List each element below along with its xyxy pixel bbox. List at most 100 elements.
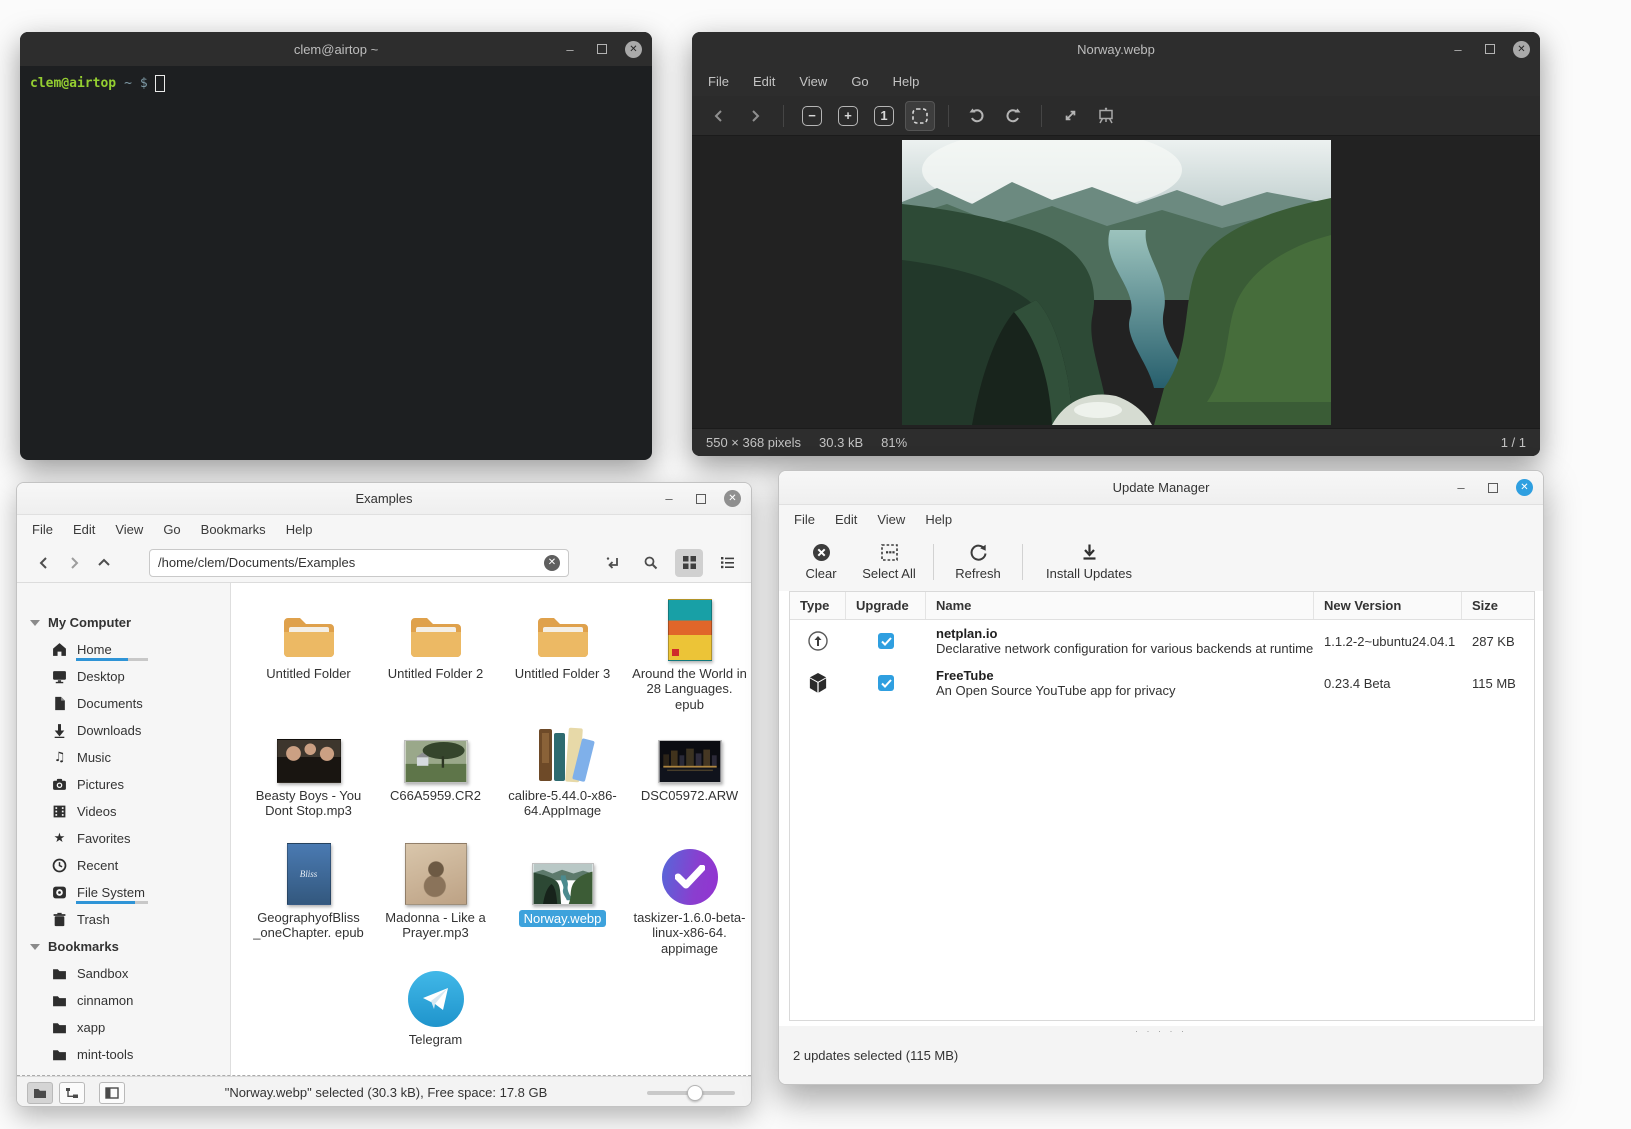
file-item[interactable]: calibre-5.44.0-x86-64.AppImage: [499, 717, 626, 839]
menu-edit[interactable]: Edit: [73, 522, 95, 537]
close-button[interactable]: ✕: [1513, 41, 1530, 58]
sidebar-item-trash[interactable]: Trash: [17, 906, 230, 933]
menu-edit[interactable]: Edit: [753, 74, 775, 89]
terminal-titlebar[interactable]: clem@airtop ~ – ✕: [20, 32, 652, 66]
sidebar-item-pictures[interactable]: Pictures: [17, 771, 230, 798]
menu-go[interactable]: Go: [163, 522, 180, 537]
menu-help[interactable]: Help: [286, 522, 313, 537]
pane-resize-grip[interactable]: · · · · ·: [779, 1026, 1543, 1036]
update-row[interactable]: netplan.io Declarative network configura…: [790, 620, 1534, 662]
file-item[interactable]: Madonna - Like a Prayer.mp3: [372, 839, 499, 961]
close-button[interactable]: ✕: [724, 490, 741, 507]
rotate-left-icon[interactable]: [962, 101, 992, 131]
maximize-button[interactable]: [1484, 479, 1502, 497]
menu-file[interactable]: File: [32, 522, 53, 537]
sidebar-item-favorites[interactable]: ★Favorites: [17, 825, 230, 852]
sidebar-item-home[interactable]: Home: [17, 636, 230, 663]
column-size[interactable]: Size: [1462, 592, 1534, 619]
sidebar-item-recent[interactable]: Recent: [17, 852, 230, 879]
maximize-button[interactable]: [692, 490, 710, 508]
minimize-button[interactable]: –: [561, 40, 579, 58]
column-name[interactable]: Name: [926, 592, 1314, 619]
minimize-button[interactable]: –: [1452, 479, 1470, 497]
sidebar-item-desktop[interactable]: Desktop: [17, 663, 230, 690]
show-places-button[interactable]: [27, 1082, 53, 1104]
menu-file[interactable]: File: [708, 74, 729, 89]
sidebar-section-bookmarks[interactable]: Bookmarks: [17, 933, 230, 960]
upgrade-checkbox[interactable]: [846, 633, 926, 649]
back-button[interactable]: [29, 549, 59, 577]
clear-location-icon[interactable]: ✕: [544, 555, 560, 571]
menu-edit[interactable]: Edit: [835, 512, 857, 527]
slideshow-icon[interactable]: [1091, 101, 1121, 131]
file-item[interactable]: Bliss GeographyofBliss _oneChapter. epub: [245, 839, 372, 961]
rotate-right-icon[interactable]: [998, 101, 1028, 131]
close-button[interactable]: ✕: [1516, 479, 1533, 496]
up-button[interactable]: [89, 549, 119, 577]
file-item[interactable]: taskizer-1.6.0-beta-linux-x86-64. appima…: [626, 839, 751, 961]
terminal-output[interactable]: clem@airtop~$: [20, 66, 652, 101]
file-item[interactable]: C66A5959.CR2: [372, 717, 499, 839]
menu-bookmarks[interactable]: Bookmarks: [201, 522, 266, 537]
viewer-titlebar[interactable]: Norway.webp – ✕: [692, 32, 1540, 66]
file-item[interactable]: Untitled Folder 3: [499, 595, 626, 717]
update-row[interactable]: FreeTube An Open Source YouTube app for …: [790, 662, 1534, 704]
show-treeview-button[interactable]: [59, 1082, 85, 1104]
install-updates-button[interactable]: Install Updates: [1039, 543, 1139, 581]
menu-go[interactable]: Go: [851, 74, 868, 89]
toggle-location-entry-icon[interactable]: [599, 549, 627, 577]
zoom-normal-icon[interactable]: 1: [869, 101, 899, 131]
zoom-out-icon[interactable]: −: [797, 101, 827, 131]
maximize-button[interactable]: [1481, 40, 1499, 58]
menu-file[interactable]: File: [794, 512, 815, 527]
list-view-button[interactable]: [713, 549, 741, 577]
updates-titlebar[interactable]: Update Manager – ✕: [779, 471, 1543, 505]
file-item[interactable]: DSC05972.ARW: [626, 717, 751, 839]
files-titlebar[interactable]: Examples – ✕: [17, 483, 751, 515]
zoom-fit-icon[interactable]: [905, 101, 935, 131]
column-type[interactable]: Type: [790, 592, 846, 619]
sidebar-item-music[interactable]: ♫Music: [17, 744, 230, 771]
column-upgrade[interactable]: Upgrade: [846, 592, 926, 619]
zoom-in-icon[interactable]: +: [833, 101, 863, 131]
sidebar-item-videos[interactable]: Videos: [17, 798, 230, 825]
close-button[interactable]: ✕: [625, 41, 642, 58]
menu-help[interactable]: Help: [893, 74, 920, 89]
hide-sidebar-button[interactable]: [99, 1082, 125, 1104]
select-all-button[interactable]: Select All: [861, 543, 917, 581]
location-bar[interactable]: /home/clem/Documents/Examples ✕: [149, 549, 569, 577]
sidebar-item-mint-tools[interactable]: mint-tools: [17, 1041, 230, 1068]
minimize-button[interactable]: –: [1449, 40, 1467, 58]
sidebar-item-filesystem[interactable]: File System: [17, 879, 230, 906]
sidebar-item-xapp[interactable]: xapp: [17, 1014, 230, 1041]
file-item[interactable]: Beasty Boys - You Dont Stop.mp3: [245, 717, 372, 839]
refresh-button[interactable]: Refresh: [950, 543, 1006, 581]
menu-view[interactable]: View: [799, 74, 827, 89]
upgrade-checkbox[interactable]: [846, 675, 926, 691]
fullscreen-icon[interactable]: [1055, 101, 1085, 131]
menu-view[interactable]: View: [115, 522, 143, 537]
file-item-selected[interactable]: Norway.webp: [499, 839, 626, 961]
search-icon[interactable]: [637, 549, 665, 577]
sidebar-item-cinnamon[interactable]: cinnamon: [17, 987, 230, 1014]
sidebar-section-computer[interactable]: My Computer: [17, 609, 230, 636]
zoom-slider-knob[interactable]: [687, 1085, 703, 1101]
minimize-button[interactable]: –: [660, 490, 678, 508]
file-item[interactable]: Untitled Folder 2: [372, 595, 499, 717]
column-new-version[interactable]: New Version: [1314, 592, 1462, 619]
image-canvas[interactable]: [692, 136, 1540, 428]
forward-button[interactable]: [59, 549, 89, 577]
sidebar-item-sandbox[interactable]: Sandbox: [17, 960, 230, 987]
zoom-slider[interactable]: [647, 1091, 735, 1095]
sidebar-item-documents[interactable]: Documents: [17, 690, 230, 717]
file-item[interactable]: Untitled Folder: [245, 595, 372, 717]
maximize-button[interactable]: [593, 40, 611, 58]
clear-button[interactable]: Clear: [793, 543, 849, 581]
next-image-button[interactable]: [740, 101, 770, 131]
previous-image-button[interactable]: [704, 101, 734, 131]
file-item[interactable]: Telegram: [372, 961, 499, 1076]
menu-view[interactable]: View: [877, 512, 905, 527]
sidebar-item-downloads[interactable]: Downloads: [17, 717, 230, 744]
file-item[interactable]: Around the World in 28 Languages. epub: [626, 595, 751, 717]
grid-view-button[interactable]: [675, 549, 703, 577]
